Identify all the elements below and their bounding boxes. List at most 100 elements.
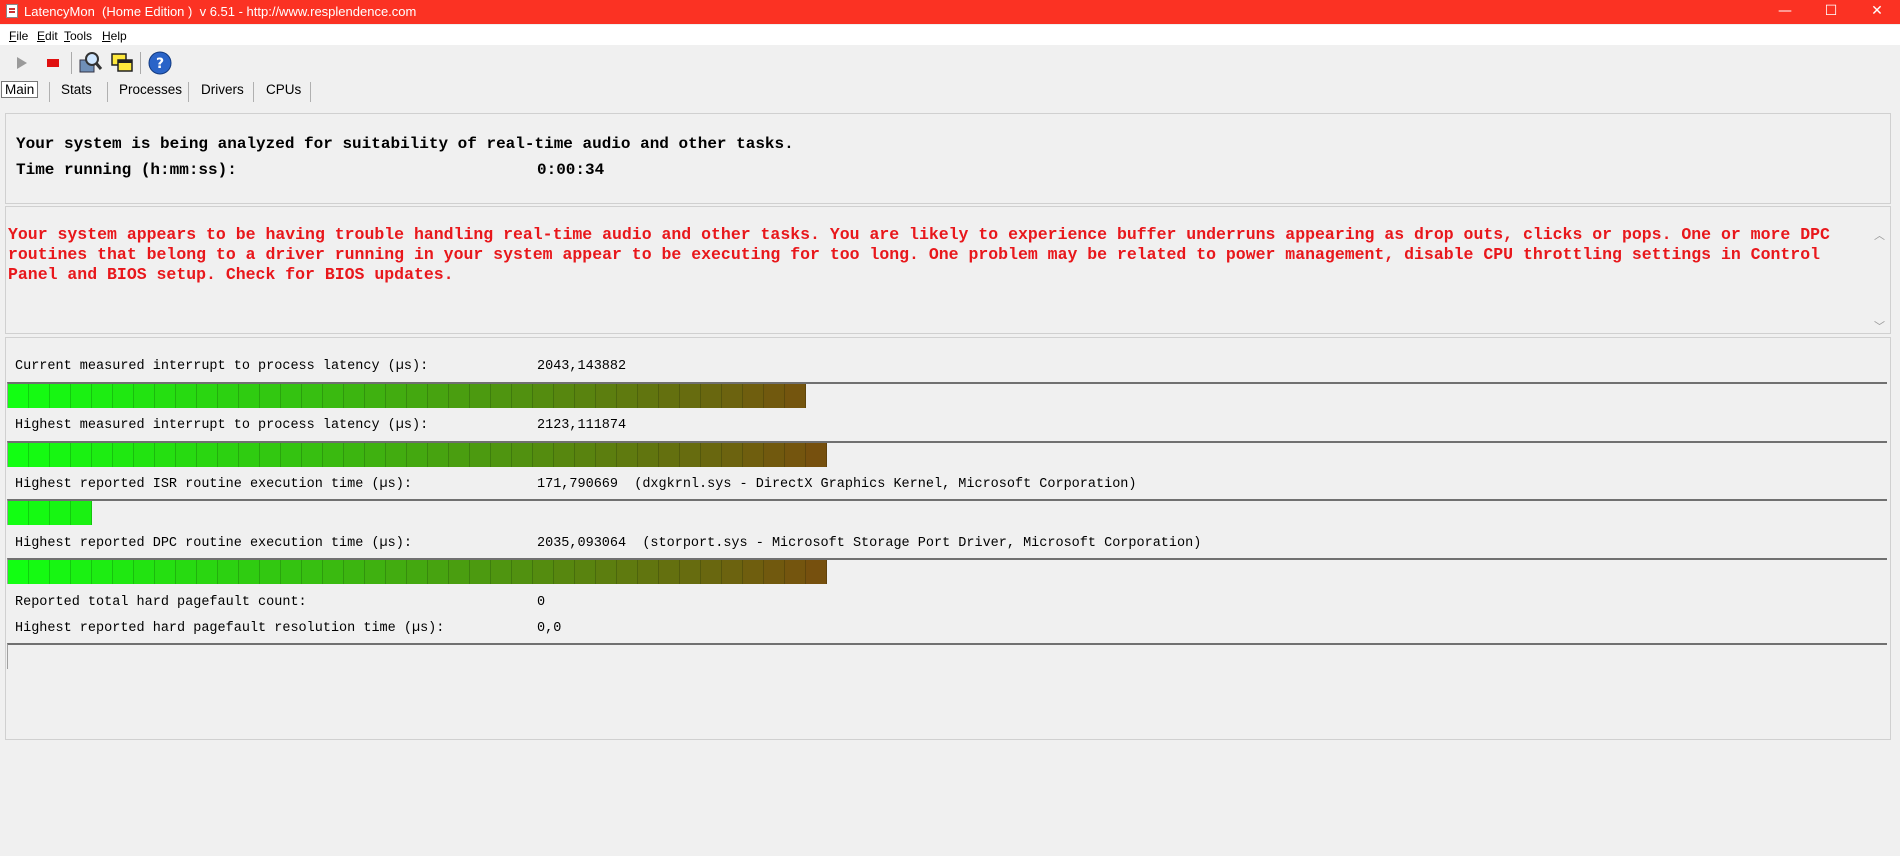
tab-processes[interactable]: Processes <box>119 82 182 97</box>
bar-segment <box>197 384 218 408</box>
menu-bar: File Edit Tools Help <box>0 25 1900 45</box>
bar-segment <box>449 443 470 467</box>
bar-segment <box>134 384 155 408</box>
bar-segment <box>470 384 491 408</box>
bar-segment <box>617 443 638 467</box>
bar-segment <box>134 560 155 584</box>
bar-segment <box>29 501 50 525</box>
bar-segment <box>743 384 764 408</box>
bar-segment <box>407 443 428 467</box>
current-latency-value: 2043,143882 <box>537 359 627 374</box>
bar-segment <box>176 560 197 584</box>
bar-segment <box>281 560 302 584</box>
toolbar-separator <box>71 52 72 74</box>
bar-segment <box>260 560 281 584</box>
tab-drivers[interactable]: Drivers <box>201 82 244 97</box>
pagefault-time-bar-track <box>7 643 1887 669</box>
tab-main[interactable]: Main <box>1 81 39 98</box>
bar-segment <box>323 443 344 467</box>
bar-segment <box>71 443 92 467</box>
bar-segment <box>92 443 113 467</box>
bar-segment <box>155 560 176 584</box>
bar-segment <box>344 443 365 467</box>
bar-segment <box>71 560 92 584</box>
bar-segment <box>218 560 239 584</box>
bar-segment <box>92 384 113 408</box>
bar-segment <box>281 443 302 467</box>
bar-segment <box>218 443 239 467</box>
isr-time-value: 171,790669 (dxgkrnl.sys - DirectX Graphi… <box>537 477 1137 492</box>
stop-icon[interactable] <box>40 50 66 76</box>
bar-segment <box>365 560 386 584</box>
bar-segment <box>512 443 533 467</box>
menu-help[interactable]: Help <box>102 29 127 43</box>
play-icon[interactable] <box>9 50 35 76</box>
bar-segment <box>197 560 218 584</box>
bar-segment <box>659 384 680 408</box>
tab-cpus[interactable]: CPUs <box>266 82 301 97</box>
bar-segment <box>302 384 323 408</box>
highest-latency-bar <box>8 443 827 467</box>
bar-segment <box>722 384 743 408</box>
current-latency-bar-track <box>7 382 1887 408</box>
windows-icon[interactable] <box>109 50 135 76</box>
tab-stats[interactable]: Stats <box>61 82 92 97</box>
bar-segment <box>155 384 176 408</box>
title-bar: LatencyMon (Home Edition ) v 6.51 - http… <box>0 0 1900 24</box>
help-icon[interactable]: ? <box>147 50 173 76</box>
bar-segment <box>8 384 29 408</box>
bar-segment <box>554 560 575 584</box>
menu-file[interactable]: File <box>9 29 28 43</box>
close-button[interactable]: ✕ <box>1854 0 1900 24</box>
bar-segment <box>50 501 71 525</box>
bar-segment <box>491 443 512 467</box>
magnifier-icon[interactable] <box>77 50 103 76</box>
bar-segment <box>533 560 554 584</box>
bar-segment <box>50 560 71 584</box>
bar-segment <box>260 443 281 467</box>
tab-separator <box>188 82 189 102</box>
tab-separator <box>253 82 254 102</box>
menu-edit[interactable]: Edit <box>37 29 58 43</box>
scroll-down-icon[interactable]: ﹀ <box>1874 318 1885 334</box>
bar-segment <box>638 384 659 408</box>
maximize-button[interactable]: ☐ <box>1808 0 1854 24</box>
pagefault-count-value: 0 <box>537 595 546 610</box>
bar-segment <box>512 560 533 584</box>
bar-segment <box>785 443 806 467</box>
bar-segment <box>638 443 659 467</box>
bar-segment <box>659 560 680 584</box>
bar-segment <box>680 384 701 408</box>
bar-segment <box>8 501 29 525</box>
bar-segment <box>113 443 134 467</box>
time-running-value: 0:00:34 <box>537 161 605 179</box>
tab-separator <box>49 82 50 102</box>
bar-segment <box>764 443 785 467</box>
bar-segment <box>806 560 827 584</box>
bar-segment <box>197 443 218 467</box>
pagefault-count-label: Reported total hard pagefault count: <box>15 595 307 610</box>
highest-latency-bar-track <box>7 441 1887 467</box>
bar-segment <box>785 384 806 408</box>
bar-segment <box>554 443 575 467</box>
bar-segment <box>113 560 134 584</box>
bar-segment <box>596 384 617 408</box>
bar-segment <box>764 560 785 584</box>
bar-segment <box>428 443 449 467</box>
bar-segment <box>701 443 722 467</box>
bar-segment <box>575 560 596 584</box>
pagefault-time-value: 0,0 <box>537 621 562 636</box>
bar-segment <box>386 560 407 584</box>
app-icon <box>6 4 18 18</box>
bar-segment <box>302 560 323 584</box>
scroll-up-icon[interactable]: ︿ <box>1874 227 1885 243</box>
warning-message: Your system appears to be having trouble… <box>8 225 1830 284</box>
bar-segment <box>50 384 71 408</box>
bar-segment <box>701 560 722 584</box>
menu-tools[interactable]: Tools <box>64 29 92 43</box>
bar-segment <box>764 384 785 408</box>
bar-segment <box>71 501 92 525</box>
bar-segment <box>512 384 533 408</box>
bar-segment <box>323 384 344 408</box>
minimize-button[interactable]: — <box>1762 0 1808 24</box>
